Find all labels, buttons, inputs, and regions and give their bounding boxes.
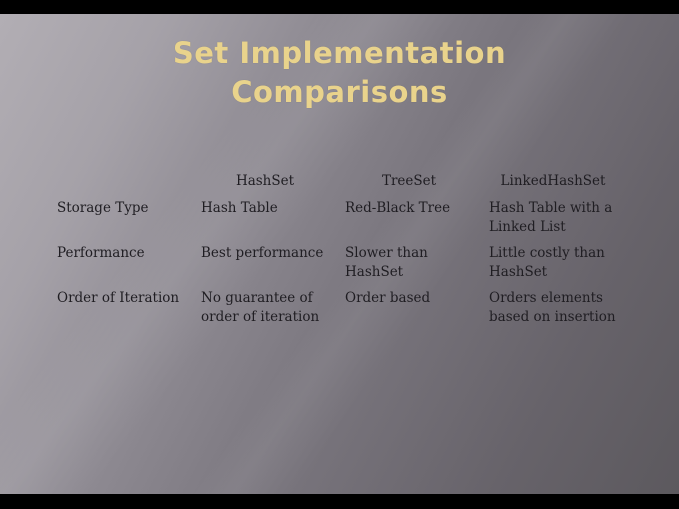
row-label: Performance [57, 245, 145, 261]
cell-treeset: Red-Black Tree [345, 200, 451, 216]
slide-title-line-2: Comparisons [231, 75, 448, 109]
table-row-performance: Performance Best performance Slower than… [49, 244, 625, 289]
cell-linkedhashset: Orders elements based on insertion [489, 290, 616, 325]
slide-title-line-1: Set Implementation [172, 36, 507, 70]
header-linkedhashset: LinkedHashSet [500, 173, 606, 189]
header-hashset: HashSet [235, 173, 295, 189]
table-row-storage-type: Storage Type Hash Table Red-Black Tree H… [49, 199, 625, 244]
comparison-table: HashSet TreeSet LinkedHashSet Storage Ty… [49, 172, 625, 334]
cell-linkedhashset: Hash Table with a Linked List [489, 200, 613, 235]
cell-treeset: Slower than HashSet [345, 245, 428, 280]
table-row-order-of-iteration: Order of Iteration No guarantee of order… [49, 289, 625, 334]
cell-hashset: No guarantee of order of iteration [201, 290, 320, 325]
slide-title: Set Implementation Comparisons [0, 34, 679, 112]
cell-hashset: Best performance [201, 245, 324, 261]
cell-treeset: Order based [345, 290, 431, 306]
header-treeset: TreeSet [381, 173, 437, 189]
cell-linkedhashset: Little costly than HashSet [489, 245, 605, 280]
row-label: Storage Type [57, 200, 149, 216]
header-empty [49, 172, 193, 199]
cell-hashset: Hash Table [201, 200, 278, 216]
table-header-row: HashSet TreeSet LinkedHashSet [49, 172, 625, 199]
row-label: Order of Iteration [57, 290, 180, 306]
